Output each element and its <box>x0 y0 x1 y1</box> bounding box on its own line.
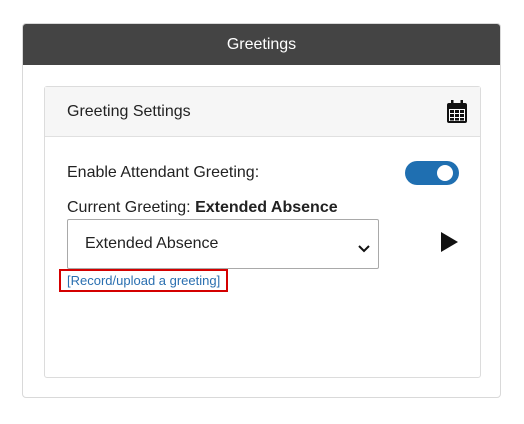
current-greeting-label: Current Greeting: <box>67 199 191 216</box>
panel-title: Greetings <box>226 35 297 53</box>
current-greeting-value: Extended Absence <box>195 199 338 216</box>
record-upload-greeting-link[interactable]: [Record/upload a greeting] <box>59 269 229 292</box>
toggle-knob <box>437 165 453 181</box>
card-title: Greeting Settings <box>67 102 191 120</box>
calendar-icon[interactable] <box>446 99 468 124</box>
play-icon[interactable] <box>441 232 458 252</box>
greetings-panel: Greetings Greeting Settings Enable Atten… <box>22 23 501 398</box>
enable-greeting-label: Enable Attendant Greeting: <box>67 164 260 181</box>
chevron-down-icon <box>358 240 370 253</box>
current-greeting: Current Greeting: Extended Absence <box>67 199 338 217</box>
panel-header: Greetings <box>23 24 500 65</box>
greeting-select-value: Extended Absence <box>85 235 219 252</box>
greeting-select[interactable]: Extended Absence <box>67 219 379 269</box>
card-header: Greeting Settings <box>45 87 480 137</box>
greeting-settings-card: Greeting Settings Enable Attendant Greet… <box>44 86 481 378</box>
enable-greeting-toggle[interactable] <box>405 161 459 185</box>
